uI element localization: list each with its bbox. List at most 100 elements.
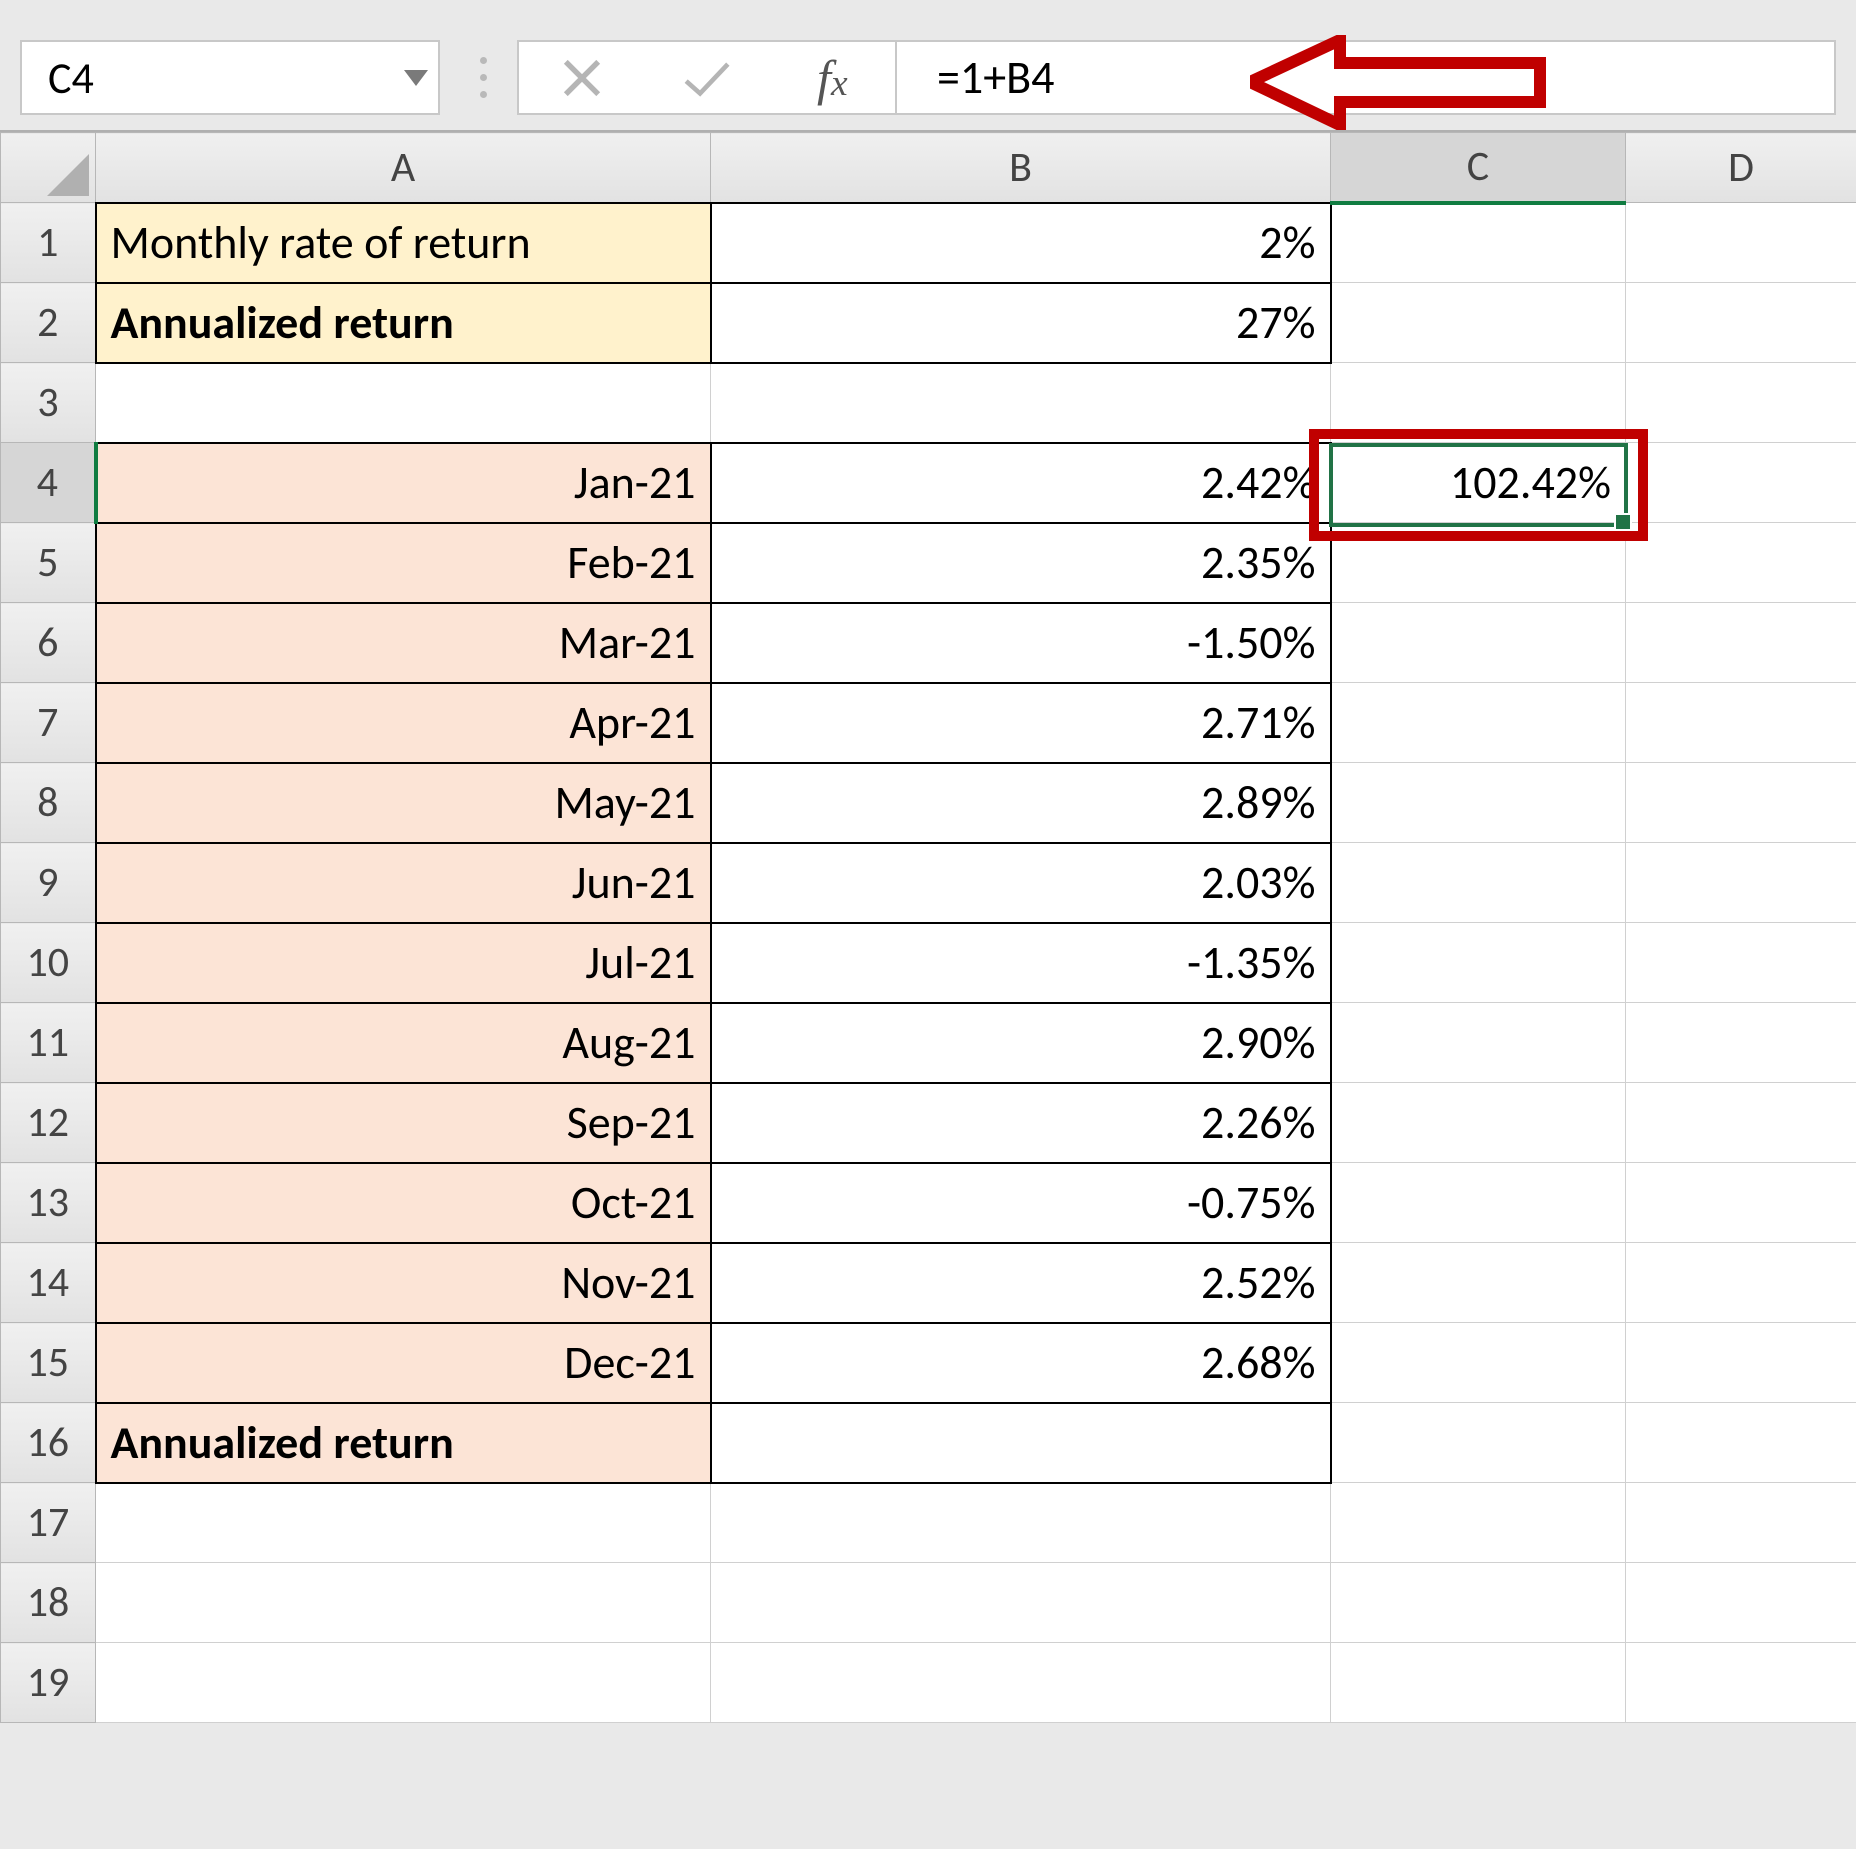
row-header-3[interactable]: 3	[1, 363, 96, 443]
cell-A12[interactable]: Sep-21	[96, 1083, 711, 1163]
cell-C12[interactable]	[1331, 1083, 1626, 1163]
enter-button[interactable]	[662, 48, 752, 108]
cell-A8[interactable]: May-21	[96, 763, 711, 843]
cell-A10[interactable]: Jul-21	[96, 923, 711, 1003]
cell-A3[interactable]	[96, 363, 711, 443]
cell-B7[interactable]: 2.71%	[711, 683, 1331, 763]
row-header-7[interactable]: 7	[1, 683, 96, 763]
cell-D10[interactable]	[1626, 923, 1856, 1003]
cell-A15[interactable]: Dec-21	[96, 1323, 711, 1403]
cell-B15[interactable]: 2.68%	[711, 1323, 1331, 1403]
row-header-4[interactable]: 4	[1, 443, 96, 523]
cell-B13[interactable]: -0.75%	[711, 1163, 1331, 1243]
row-header-15[interactable]: 15	[1, 1323, 96, 1403]
cell-D6[interactable]	[1626, 603, 1856, 683]
row-header-5[interactable]: 5	[1, 523, 96, 603]
row-header-10[interactable]: 10	[1, 923, 96, 1003]
cell-B11[interactable]: 2.90%	[711, 1003, 1331, 1083]
cell-C5[interactable]	[1331, 523, 1626, 603]
row-header-18[interactable]: 18	[1, 1563, 96, 1643]
cell-D15[interactable]	[1626, 1323, 1856, 1403]
cell-B3[interactable]	[711, 363, 1331, 443]
row-header-6[interactable]: 6	[1, 603, 96, 683]
cell-B16[interactable]	[711, 1403, 1331, 1483]
cell-B2[interactable]: 27%	[711, 283, 1331, 363]
cell-D5[interactable]	[1626, 523, 1856, 603]
cell-C6[interactable]	[1331, 603, 1626, 683]
cell-C14[interactable]	[1331, 1243, 1626, 1323]
cell-D4[interactable]	[1626, 443, 1856, 523]
cell-B18[interactable]	[711, 1563, 1331, 1643]
cell-A6[interactable]: Mar-21	[96, 603, 711, 683]
cell-D14[interactable]	[1626, 1243, 1856, 1323]
cell-B19[interactable]	[711, 1643, 1331, 1723]
row-header-13[interactable]: 13	[1, 1163, 96, 1243]
col-header-C[interactable]: C	[1331, 133, 1626, 203]
col-header-A[interactable]: A	[96, 133, 711, 203]
row-header-12[interactable]: 12	[1, 1083, 96, 1163]
worksheet[interactable]: A B C D 1Monthly rate of return2%2Annual…	[0, 130, 1856, 1723]
cell-C4[interactable]: 102.42%	[1331, 443, 1626, 523]
col-header-D[interactable]: D	[1626, 133, 1856, 203]
insert-function-button[interactable]: fx	[787, 48, 877, 108]
cell-A13[interactable]: Oct-21	[96, 1163, 711, 1243]
select-all-corner[interactable]	[1, 133, 96, 203]
cell-B1[interactable]: 2%	[711, 203, 1331, 283]
cancel-button[interactable]	[537, 48, 627, 108]
cell-A9[interactable]: Jun-21	[96, 843, 711, 923]
cell-D11[interactable]	[1626, 1003, 1856, 1083]
cell-B9[interactable]: 2.03%	[711, 843, 1331, 923]
cell-B4[interactable]: 2.42%	[711, 443, 1331, 523]
cell-A17[interactable]	[96, 1483, 711, 1563]
cell-C1[interactable]	[1331, 203, 1626, 283]
row-header-17[interactable]: 17	[1, 1483, 96, 1563]
row-header-19[interactable]: 19	[1, 1643, 96, 1723]
cell-B8[interactable]: 2.89%	[711, 763, 1331, 843]
cell-A16[interactable]: Annualized return	[96, 1403, 711, 1483]
cell-B5[interactable]: 2.35%	[711, 523, 1331, 603]
cell-A11[interactable]: Aug-21	[96, 1003, 711, 1083]
row-header-8[interactable]: 8	[1, 763, 96, 843]
cell-A1[interactable]: Monthly rate of return	[96, 203, 711, 283]
row-header-14[interactable]: 14	[1, 1243, 96, 1323]
cell-C13[interactable]	[1331, 1163, 1626, 1243]
cell-B12[interactable]: 2.26%	[711, 1083, 1331, 1163]
row-header-16[interactable]: 16	[1, 1403, 96, 1483]
cell-A18[interactable]	[96, 1563, 711, 1643]
cell-D9[interactable]	[1626, 843, 1856, 923]
cell-D18[interactable]	[1626, 1563, 1856, 1643]
cell-A19[interactable]	[96, 1643, 711, 1723]
cell-B10[interactable]: -1.35%	[711, 923, 1331, 1003]
cell-C8[interactable]	[1331, 763, 1626, 843]
cell-C17[interactable]	[1331, 1483, 1626, 1563]
cell-A4[interactable]: Jan-21	[96, 443, 711, 523]
row-header-9[interactable]: 9	[1, 843, 96, 923]
cell-A2[interactable]: Annualized return	[96, 283, 711, 363]
cell-C16[interactable]	[1331, 1403, 1626, 1483]
cell-D13[interactable]	[1626, 1163, 1856, 1243]
cell-B17[interactable]	[711, 1483, 1331, 1563]
cell-D19[interactable]	[1626, 1643, 1856, 1723]
cell-D2[interactable]	[1626, 283, 1856, 363]
cell-C7[interactable]	[1331, 683, 1626, 763]
cell-D12[interactable]	[1626, 1083, 1856, 1163]
cell-C19[interactable]	[1331, 1643, 1626, 1723]
cell-C11[interactable]	[1331, 1003, 1626, 1083]
row-header-11[interactable]: 11	[1, 1003, 96, 1083]
row-header-1[interactable]: 1	[1, 203, 96, 283]
cell-C3[interactable]	[1331, 363, 1626, 443]
cell-B14[interactable]: 2.52%	[711, 1243, 1331, 1323]
cell-C2[interactable]	[1331, 283, 1626, 363]
cell-D17[interactable]	[1626, 1483, 1856, 1563]
cell-D7[interactable]	[1626, 683, 1856, 763]
name-box[interactable]: C4	[20, 40, 440, 115]
cell-C9[interactable]	[1331, 843, 1626, 923]
chevron-down-icon[interactable]	[404, 70, 428, 86]
cell-A5[interactable]: Feb-21	[96, 523, 711, 603]
col-header-B[interactable]: B	[711, 133, 1331, 203]
cell-A7[interactable]: Apr-21	[96, 683, 711, 763]
cell-D1[interactable]	[1626, 203, 1856, 283]
cell-A14[interactable]: Nov-21	[96, 1243, 711, 1323]
cell-B6[interactable]: -1.50%	[711, 603, 1331, 683]
cell-D8[interactable]	[1626, 763, 1856, 843]
